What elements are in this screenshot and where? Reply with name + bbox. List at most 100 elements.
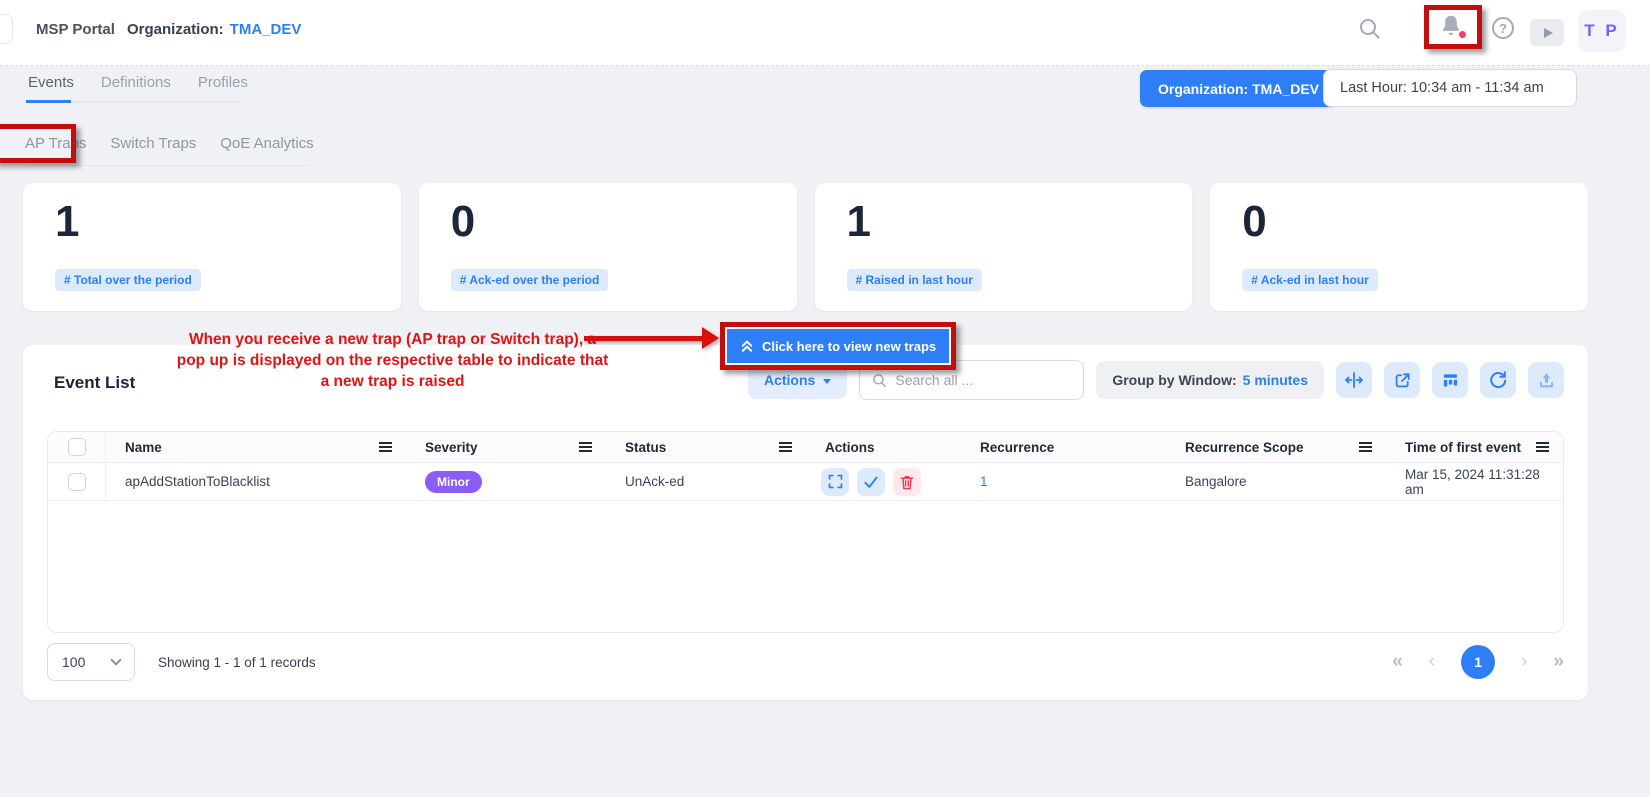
column-label: Status (625, 440, 666, 455)
stat-cards: 1 # Total over the period 0 # Ack-ed ove… (23, 183, 1588, 311)
help-icon[interactable]: ? (1492, 17, 1514, 39)
delete-button[interactable] (893, 468, 921, 496)
event-list-panel: Event List Actions Group by Window: 5 mi… (23, 345, 1588, 700)
annotation-highlight-new-traps: Click here to view new traps (720, 322, 956, 370)
stat-label-badge: # Ack-ed over the period (451, 269, 609, 291)
column-resize-icon (1344, 370, 1364, 390)
cell-recurrence: 1 (961, 474, 1166, 489)
organization-filter-button[interactable]: Organization: TMA_DEV (1140, 70, 1337, 107)
play-icon (1544, 28, 1553, 38)
annotation-highlight-bell (1424, 5, 1482, 49)
stat-card-acked-hour: 0 # Ack-ed in last hour (1210, 183, 1588, 311)
columns-button[interactable] (1432, 362, 1468, 398)
row-checkbox[interactable] (68, 473, 86, 491)
cell-recurrence-scope: Bangalore (1166, 474, 1386, 489)
search-icon[interactable] (1358, 17, 1382, 46)
column-menu-icon[interactable] (779, 442, 792, 444)
severity-badge: Minor (425, 471, 482, 493)
subtabs-underline (25, 165, 310, 166)
panel-title: Event List (54, 373, 135, 393)
column-label: Time of first event (1405, 440, 1521, 455)
double-chevron-up-icon (740, 339, 754, 353)
app-title: MSP Portal (36, 21, 115, 38)
time-range-selector[interactable]: Last Hour: 10:34 am - 11:34 am (1323, 69, 1577, 107)
tab-events[interactable]: Events (28, 74, 74, 91)
subtab-switch-traps[interactable]: Switch Traps (110, 135, 196, 152)
header-organization: Organization: TMA_DEV (127, 21, 301, 38)
stat-value: 0 (451, 199, 797, 245)
stat-label-badge: # Ack-ed in last hour (1242, 269, 1378, 291)
column-header-status: Status (606, 440, 806, 455)
annotation-highlight-ap-traps (0, 124, 76, 163)
column-header-recurrence-scope: Recurrence Scope (1166, 440, 1386, 455)
column-label: Name (125, 440, 162, 455)
cell-status: UnAck-ed (606, 474, 806, 489)
stat-value: 1 (847, 199, 1193, 245)
column-menu-icon[interactable] (379, 442, 392, 444)
column-header-time: Time of first event (1386, 440, 1563, 455)
video-tutorial-button[interactable] (1530, 19, 1564, 46)
column-label: Recurrence Scope (1185, 440, 1304, 455)
columns-icon (1441, 371, 1460, 390)
active-tab-indicator (26, 100, 71, 103)
table-empty-area (48, 501, 1563, 632)
column-header-name: Name (106, 440, 406, 455)
column-label: Severity (425, 440, 478, 455)
stat-label-badge: # Raised in last hour (847, 269, 982, 291)
stat-card-total: 1 # Total over the period (23, 183, 401, 311)
annotation-arrow-head (702, 327, 719, 349)
user-avatar[interactable]: T P (1578, 10, 1626, 52)
current-page-button[interactable]: 1 (1461, 645, 1495, 679)
org-value[interactable]: TMA_DEV (230, 21, 302, 38)
export-button[interactable] (1528, 362, 1564, 398)
column-label: Recurrence (980, 440, 1054, 455)
group-by-label: Group by Window: (1112, 372, 1236, 388)
org-label: Organization: (127, 21, 224, 38)
group-by-value[interactable]: 5 minutes (1243, 372, 1308, 388)
last-page-button[interactable]: » (1553, 651, 1564, 673)
annotation-line: pop up is displayed on the respective ta… (150, 350, 635, 371)
open-external-button[interactable] (1384, 362, 1420, 398)
tab-definitions[interactable]: Definitions (101, 74, 171, 91)
open-external-icon (1393, 371, 1412, 390)
view-new-traps-button[interactable]: Click here to view new traps (727, 329, 949, 363)
first-page-button[interactable]: « (1392, 651, 1403, 673)
prev-page-button[interactable]: ‹ (1429, 651, 1435, 673)
annotation-arrow (584, 336, 706, 341)
next-page-button[interactable]: › (1521, 651, 1527, 673)
table-footer: 100 Showing 1 - 1 of 1 records « ‹ 1 › » (47, 643, 1564, 681)
expand-row-button[interactable] (821, 468, 849, 496)
main-tabs: Events Definitions Profiles (28, 74, 248, 91)
subtab-qoe-analytics[interactable]: QoE Analytics (220, 135, 313, 152)
column-header-recurrence: Recurrence (961, 440, 1166, 455)
table-row: apAddStationToBlacklist Minor UnAck-ed (48, 463, 1563, 501)
column-menu-icon[interactable] (1536, 442, 1549, 444)
top-bar: MSP Portal Organization: TMA_DEV ? T P (0, 0, 1650, 66)
annotation-line: When you receive a new trap (AP trap or … (150, 329, 635, 350)
sidebar-collapse-stub[interactable] (0, 14, 13, 44)
header-checkbox-cell (48, 432, 106, 462)
search-input[interactable] (895, 372, 1071, 388)
column-resize-button[interactable] (1336, 362, 1372, 398)
column-menu-icon[interactable] (1359, 442, 1372, 444)
group-by-window-control[interactable]: Group by Window: 5 minutes (1096, 361, 1324, 399)
export-icon (1537, 371, 1556, 390)
table-header-row: Name Severity Status Actions Recurrence (48, 432, 1563, 463)
new-traps-label: Click here to view new traps (762, 339, 936, 354)
cell-actions (806, 468, 961, 496)
actions-label: Actions (764, 372, 815, 388)
column-label: Actions (825, 440, 875, 455)
recurrence-link[interactable]: 1 (980, 474, 988, 489)
search-icon (872, 372, 887, 389)
refresh-button[interactable] (1480, 362, 1516, 398)
column-menu-icon[interactable] (579, 442, 592, 444)
stat-value: 1 (55, 199, 401, 245)
select-all-checkbox[interactable] (68, 438, 86, 456)
check-icon (863, 474, 879, 490)
tab-profiles[interactable]: Profiles (198, 74, 248, 91)
event-table: Name Severity Status Actions Recurrence (47, 431, 1564, 633)
page-size-select[interactable]: 100 (47, 643, 135, 681)
acknowledge-button[interactable] (857, 468, 885, 496)
row-checkbox-cell (48, 463, 106, 500)
refresh-icon (1488, 370, 1508, 390)
